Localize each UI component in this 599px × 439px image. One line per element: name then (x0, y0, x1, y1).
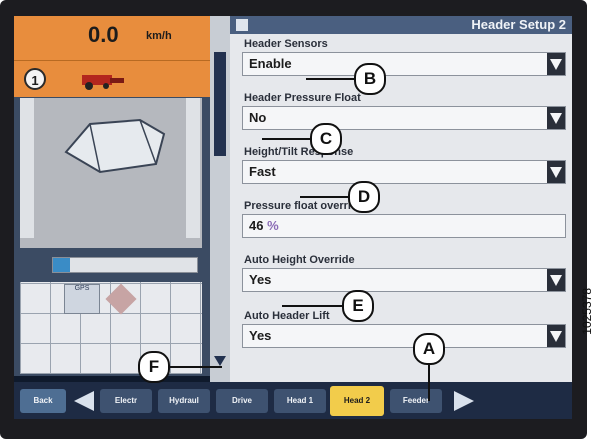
tab-head-1[interactable]: Head 1 (274, 389, 326, 413)
chevron-down-icon[interactable] (547, 107, 565, 129)
combine-diagram (20, 98, 202, 248)
tab-drive[interactable]: Drive (216, 389, 268, 413)
arrow-right-icon[interactable] (454, 391, 474, 411)
combine-outline-icon (64, 118, 166, 174)
auto-height-override-value: Yes (249, 272, 272, 287)
callout-e: E (342, 290, 374, 322)
height-tilt-response-select[interactable]: Fast (242, 160, 566, 184)
progress-fill (53, 258, 71, 272)
percent-unit: % (267, 218, 279, 233)
speed-unit: km/h (146, 30, 172, 42)
bottom-tab-bar: Back Electr Hydraul Drive Head 1 Head 2 … (14, 382, 572, 419)
left-level-gauge (20, 98, 34, 238)
callout-f-leader (170, 366, 222, 368)
pressure-float-override-value: 46 % (249, 218, 279, 233)
callout-b-leader (306, 78, 354, 80)
figure-id: 1025378 (580, 288, 594, 335)
pressure-float-override-label: Pressure float override (244, 200, 364, 212)
gps-icon[interactable]: GPS (64, 284, 100, 314)
gear-indicator: 1 (24, 68, 46, 90)
callout-a-leader (428, 365, 430, 401)
tab-electr[interactable]: Electr (100, 389, 152, 413)
auto-header-lift-value: Yes (249, 328, 272, 343)
panel-title-bar: Header Setup 2 (230, 16, 572, 34)
header-pressure-float-label: Header Pressure Float (244, 92, 361, 104)
callout-b: B (354, 63, 386, 95)
pressure-float-override-input[interactable]: 46 % (242, 214, 566, 238)
callout-c-leader (262, 138, 310, 140)
header-sensors-label: Header Sensors (244, 38, 328, 50)
terminal-screen: 0.0 km/h 1 GPS Header Setup 2 Header Sen… (14, 16, 572, 419)
scroll-down-arrow-icon[interactable] (214, 356, 226, 366)
auto-header-lift-select[interactable]: Yes (242, 324, 566, 348)
settings-page-icon (236, 19, 248, 31)
right-level-gauge (186, 98, 200, 238)
arrow-left-icon[interactable] (74, 391, 94, 411)
callout-a: A (413, 333, 445, 365)
page-title: Header Setup 2 (471, 17, 566, 32)
vertical-scrollbar[interactable] (210, 16, 230, 382)
height-tilt-response-value: Fast (249, 164, 276, 179)
header-sensors-select[interactable]: Enable (242, 52, 566, 76)
auto-height-override-select[interactable]: Yes (242, 268, 566, 292)
auto-height-override-label: Auto Height Override (244, 254, 355, 266)
chevron-down-icon[interactable] (547, 269, 565, 291)
speed-value: 0.0 (88, 22, 119, 47)
chevron-down-icon[interactable] (547, 325, 565, 347)
auto-header-lift-label: Auto Header Lift (244, 310, 330, 322)
header-setup-panel: Header Setup 2 Header Sensors Enable Hea… (230, 16, 572, 382)
callout-e-leader (282, 305, 342, 307)
mode-row: 1 (14, 60, 210, 97)
header-sensors-value: Enable (249, 56, 292, 71)
callout-c: C (310, 123, 342, 155)
callout-f: F (138, 351, 170, 383)
back-button[interactable]: Back (20, 389, 66, 413)
tab-hydraul[interactable]: Hydraul (158, 389, 210, 413)
header-pressure-float-value: No (249, 110, 267, 125)
chevron-down-icon[interactable] (547, 161, 565, 183)
callout-d: D (348, 181, 380, 213)
progress-bar (52, 257, 198, 273)
chevron-down-icon[interactable] (547, 53, 565, 75)
speed-display: 0.0 km/h (14, 16, 210, 60)
callout-d-leader (300, 196, 348, 198)
tab-head-2[interactable]: Head 2 (330, 386, 384, 416)
header-pressure-float-select[interactable]: No (242, 106, 566, 130)
tab-feeder[interactable]: Feeder (390, 389, 442, 413)
status-panel: 0.0 km/h 1 GPS (14, 16, 210, 376)
scroll-thumb[interactable] (214, 52, 226, 156)
gps-label: GPS (74, 285, 90, 292)
combine-machine-icon (82, 75, 124, 90)
